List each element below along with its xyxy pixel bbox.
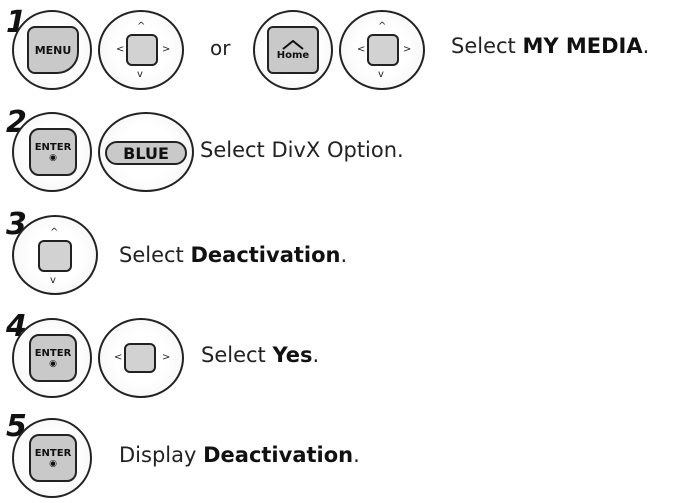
instruction-prefix: Display bbox=[119, 443, 204, 467]
enter-dot-icon: ◉ bbox=[49, 458, 57, 469]
up-arrow-icon: ^ bbox=[50, 227, 59, 238]
instruction-suffix: . bbox=[312, 343, 320, 367]
instruction-bold: Yes bbox=[272, 343, 313, 367]
down-arrow-icon: v bbox=[50, 275, 56, 286]
step-2-instruction: Select DivX Option. bbox=[200, 138, 404, 162]
up-arrow-icon: ^ bbox=[378, 21, 387, 32]
right-arrow-icon: > bbox=[162, 352, 171, 363]
navigation-pad-icon[interactable] bbox=[38, 240, 72, 272]
instruction-suffix: . bbox=[642, 34, 650, 58]
instruction-bold: MY MEDIA bbox=[522, 34, 643, 58]
enter-button[interactable]: ENTER ◉ bbox=[29, 128, 77, 176]
instruction-bold: Deactivation bbox=[190, 243, 341, 267]
step-3-instruction: Select Deactivation. bbox=[119, 243, 347, 267]
blue-button[interactable]: BLUE bbox=[105, 141, 187, 165]
instruction-prefix: Select bbox=[201, 343, 273, 367]
blue-button-label: BLUE bbox=[123, 143, 169, 163]
enter-button-label: ENTER bbox=[34, 141, 72, 153]
navigation-pad-icon[interactable] bbox=[124, 343, 156, 373]
home-roof-icon bbox=[282, 39, 304, 50]
left-arrow-icon: < bbox=[114, 352, 123, 363]
or-text: or bbox=[210, 36, 231, 60]
instruction-suffix: . bbox=[340, 243, 348, 267]
up-arrow-icon: ^ bbox=[137, 21, 146, 32]
left-arrow-icon: < bbox=[357, 44, 366, 55]
instruction-prefix: Select bbox=[119, 243, 191, 267]
right-arrow-icon: > bbox=[162, 44, 171, 55]
enter-button[interactable]: ENTER ◉ bbox=[29, 334, 77, 382]
enter-button[interactable]: ENTER ◉ bbox=[29, 434, 77, 482]
home-button[interactable]: Home bbox=[267, 26, 319, 74]
instruction-suffix: . bbox=[353, 443, 360, 467]
navigation-pad-icon[interactable] bbox=[126, 34, 158, 66]
enter-button-label: ENTER bbox=[34, 447, 72, 459]
instruction-prefix: Select bbox=[451, 34, 523, 58]
step-4-instruction: Select Yes. bbox=[201, 343, 319, 367]
enter-button-label: ENTER bbox=[34, 347, 72, 359]
enter-dot-icon: ◉ bbox=[49, 152, 57, 163]
instruction-bold: Deactivation bbox=[203, 443, 354, 467]
instruction-prefix: Select DivX Option. bbox=[200, 138, 404, 162]
home-button-label: Home bbox=[276, 49, 310, 61]
down-arrow-icon: v bbox=[137, 69, 143, 80]
menu-button[interactable]: MENU bbox=[27, 26, 79, 74]
navigation-pad-icon[interactable] bbox=[367, 34, 399, 66]
down-arrow-icon: v bbox=[378, 69, 384, 80]
left-arrow-icon: < bbox=[116, 44, 125, 55]
step-5-instruction: Display Deactivation. bbox=[119, 443, 360, 467]
step-1-instruction: Select MY MEDIA. bbox=[451, 34, 649, 58]
right-arrow-icon: > bbox=[403, 44, 412, 55]
menu-button-label: MENU bbox=[34, 43, 72, 57]
enter-dot-icon: ◉ bbox=[49, 358, 57, 369]
